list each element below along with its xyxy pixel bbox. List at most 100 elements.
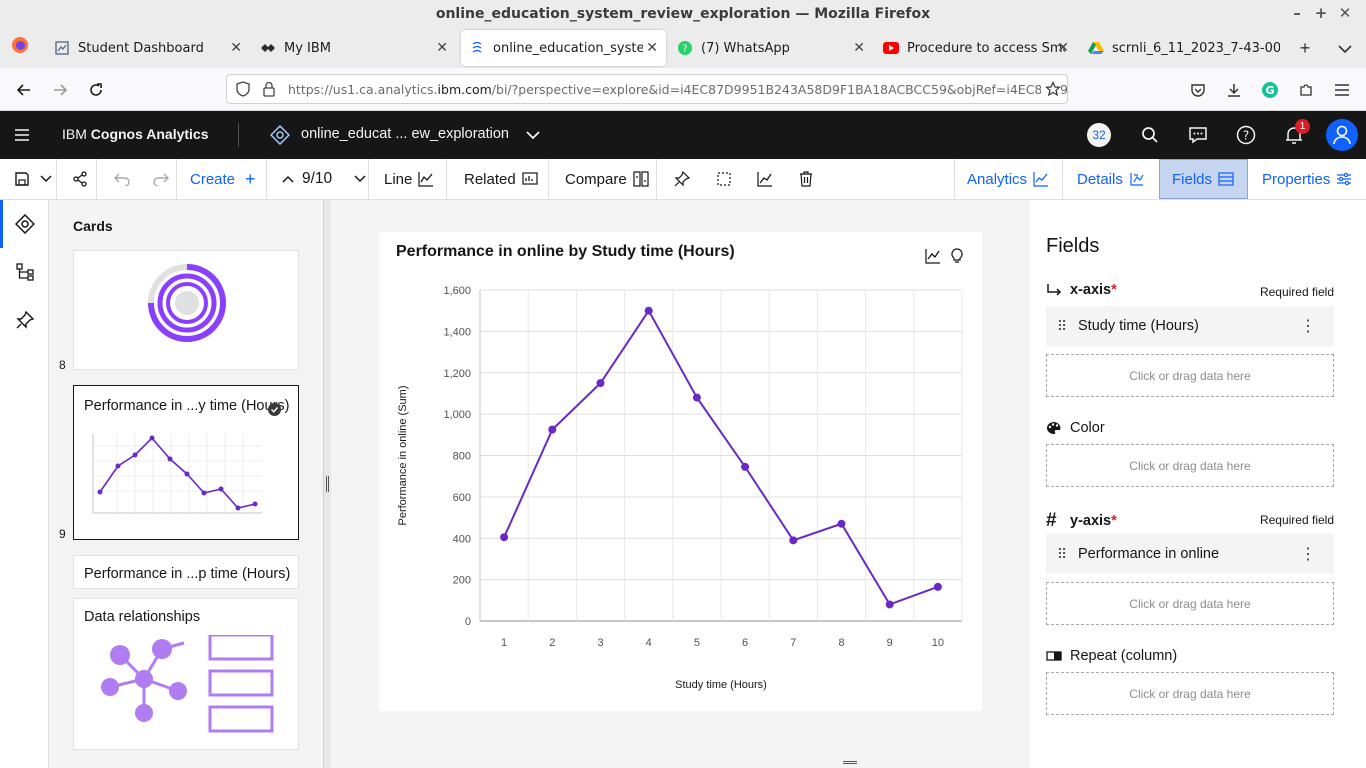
- y-tick-label: 1,600: [443, 285, 471, 297]
- create-button[interactable]: Create +: [190, 159, 256, 199]
- forward-icon[interactable]: [48, 78, 72, 102]
- close-tab-icon[interactable]: ✕: [230, 40, 242, 56]
- line-chart: 0 200 400 600 800 1,000 1,200 1,400 1,600 1 2 3 4 5 6 7…: [397, 285, 963, 691]
- fields-tab[interactable]: Fields: [1159, 159, 1248, 199]
- repeat-column-drop-zone[interactable]: Click or drag data here: [1046, 672, 1334, 715]
- cards-title: Cards: [73, 218, 113, 234]
- card-10[interactable]: Performance in ...p time (Hours): [73, 555, 299, 589]
- compare-button[interactable]: Compare: [565, 159, 649, 199]
- drag-handle-icon[interactable]: ⠿: [1046, 318, 1078, 335]
- share-icon[interactable]: [66, 159, 88, 199]
- tab-online-education[interactable]: online_education_system_r ✕: [461, 30, 666, 66]
- related-button[interactable]: Related: [464, 159, 538, 199]
- field-overflow-menu-icon[interactable]: ⋮: [1300, 316, 1316, 336]
- exploration-icon: [268, 123, 292, 147]
- card-9-selected[interactable]: Performance in ...y time (Hours): [73, 385, 299, 540]
- close-tab-icon[interactable]: ✕: [1057, 40, 1069, 56]
- pin-panel-icon[interactable]: [12, 307, 38, 333]
- report-name[interactable]: online_educat ... ew_exploration: [301, 126, 509, 142]
- properties-tab[interactable]: Properties: [1262, 159, 1352, 199]
- grammarly-icon[interactable]: G: [1258, 78, 1282, 102]
- maximize-icon[interactable]: +: [1309, 4, 1333, 22]
- x-axis-field-pill[interactable]: ⠿ Study time (Hours) ⋮: [1046, 306, 1334, 346]
- x-axis-drop-zone[interactable]: Click or drag data here: [1046, 354, 1334, 397]
- search-icon[interactable]: [1138, 123, 1162, 147]
- assistant-chat-icon[interactable]: [1186, 123, 1210, 147]
- details-tab[interactable]: Details: [1077, 159, 1145, 199]
- redo-icon[interactable]: [147, 159, 169, 199]
- tab-student-dashboard[interactable]: Student Dashboard ✕: [46, 30, 250, 66]
- user-profile-icon[interactable]: [1326, 119, 1358, 151]
- field-overflow-menu-icon[interactable]: ⋮: [1300, 544, 1316, 564]
- save-dropdown-icon[interactable]: [34, 159, 52, 199]
- downloads-icon[interactable]: [1222, 78, 1246, 102]
- firefox-icon[interactable]: [8, 36, 32, 60]
- whatsapp-icon: ?: [677, 40, 693, 56]
- tab-youtube[interactable]: Procedure to access Smar ✕: [875, 30, 1077, 66]
- splitter-grip-icon[interactable]: [326, 476, 329, 492]
- notification-count-badge: 1: [1295, 119, 1310, 134]
- tab-drive[interactable]: scrnli_6_11_2023_7-43-00 F: [1080, 30, 1286, 66]
- menu-icon[interactable]: [1330, 78, 1354, 102]
- y-axis-field-pill[interactable]: ⠿ Performance in online ⋮: [1046, 534, 1334, 574]
- svg-text:?: ?: [682, 44, 687, 55]
- pin-icon[interactable]: [668, 159, 690, 199]
- lock-icon[interactable]: [262, 81, 276, 100]
- url-bar[interactable]: https://us1.ca.analytics.ibm.com/bi/?per…: [226, 74, 1068, 104]
- delete-icon[interactable]: [792, 159, 814, 199]
- line-visualization-button[interactable]: Line: [384, 159, 434, 199]
- notifications-icon[interactable]: 1: [1282, 119, 1310, 147]
- shield-icon[interactable]: [235, 81, 251, 100]
- close-tab-icon[interactable]: ✕: [853, 40, 865, 56]
- x-tick-label: 1: [501, 637, 507, 649]
- list-tabs-icon[interactable]: [1333, 36, 1357, 60]
- select-region-icon[interactable]: [710, 159, 732, 199]
- next-card-icon[interactable]: [348, 159, 366, 199]
- undo-icon[interactable]: [108, 159, 130, 199]
- analytics-tab[interactable]: Analytics: [967, 159, 1049, 199]
- donut-chart-thumbnail: [148, 264, 226, 342]
- url-text[interactable]: https://us1.ca.analytics.ibm.com/bi/?per…: [288, 82, 1067, 97]
- card-8[interactable]: [73, 250, 299, 370]
- panel-splitter[interactable]: [323, 200, 331, 768]
- x-tick-label: 8: [838, 637, 844, 649]
- back-icon[interactable]: [12, 78, 36, 102]
- cards-view-icon[interactable]: [12, 211, 38, 237]
- bookmark-star-icon[interactable]: [1041, 81, 1062, 100]
- relationships-icon[interactable]: [12, 259, 38, 285]
- x-axis-required-note: Required field: [1259, 285, 1334, 299]
- line-chart-thumbnail: [92, 434, 262, 514]
- reload-icon[interactable]: [84, 78, 108, 102]
- save-icon[interactable]: [8, 159, 30, 199]
- report-dropdown-icon[interactable]: [521, 123, 545, 147]
- color-drop-zone[interactable]: Click or drag data here: [1046, 444, 1334, 487]
- hamburger-menu-icon[interactable]: [10, 123, 34, 147]
- tab-my-ibm[interactable]: My IBM ✕: [252, 30, 456, 66]
- data-point: [789, 536, 798, 545]
- y-axis-slot-title: # y-axis *: [1046, 510, 1117, 531]
- close-tab-icon[interactable]: ✕: [436, 40, 448, 56]
- exploration-canvas: Performance in online by Study time (Hou…: [331, 200, 1030, 768]
- bottom-drawer-handle-icon[interactable]: [843, 761, 857, 764]
- y-axis-drop-zone[interactable]: Click or drag data here: [1046, 582, 1334, 625]
- trend-icon[interactable]: [751, 159, 773, 199]
- extensions-icon[interactable]: [1294, 78, 1318, 102]
- drag-handle-icon[interactable]: ⠿: [1046, 546, 1078, 563]
- previous-card-icon[interactable]: [276, 159, 294, 199]
- close-window-icon[interactable]: ✕: [1333, 4, 1357, 22]
- card-9-number: 9: [59, 527, 66, 541]
- x-tick-label: 9: [887, 637, 893, 649]
- tab-whatsapp[interactable]: ? (7) WhatsApp ✕: [669, 30, 873, 66]
- avatar-badge[interactable]: 32: [1087, 123, 1111, 147]
- card-data-relationships[interactable]: Data relationships: [73, 598, 299, 750]
- card-data-relationships-label: Data relationships: [84, 609, 201, 625]
- chart-card[interactable]: Performance in online by Study time (Hou…: [379, 232, 982, 711]
- fields-panel: Fields x-axis * Required field ⠿ Study ti…: [1030, 200, 1366, 768]
- new-tab-icon[interactable]: +: [1293, 36, 1317, 60]
- help-icon[interactable]: ?: [1234, 123, 1258, 147]
- navigation-bar: https://us1.ca.analytics.ibm.com/bi/?per…: [0, 68, 1366, 111]
- close-tab-icon[interactable]: ✕: [646, 40, 658, 56]
- minimize-icon[interactable]: –: [1285, 4, 1309, 22]
- pocket-icon[interactable]: [1186, 78, 1210, 102]
- y-tick-label: 200: [453, 575, 471, 587]
